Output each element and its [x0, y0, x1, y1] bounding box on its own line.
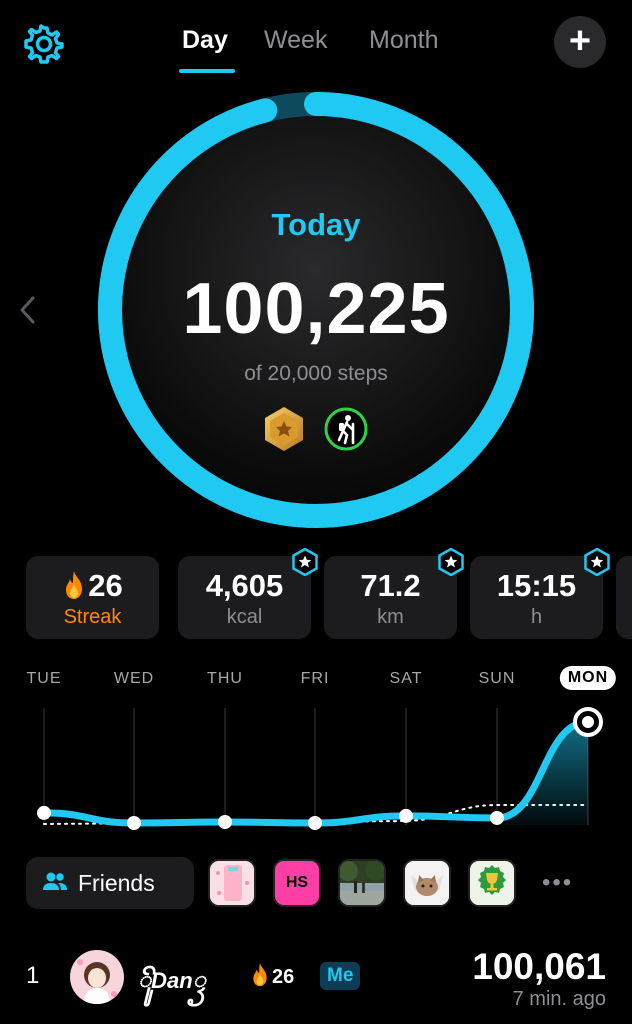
distance-label: km	[377, 606, 404, 628]
next-card-peek[interactable]	[616, 556, 632, 639]
period-tabs: Day Week Month	[0, 22, 632, 73]
plus-icon: +	[568, 19, 592, 62]
user-updated-time: 7 min. ago	[512, 988, 606, 1010]
user-avatar-image	[70, 950, 124, 1004]
streak-label: Streak	[63, 606, 122, 628]
data-point[interactable]	[127, 816, 141, 830]
streak-value: 26	[88, 568, 123, 603]
add-button[interactable]: +	[554, 16, 606, 68]
me-badge: Me	[320, 962, 361, 990]
tab-day[interactable]: Day	[182, 26, 228, 55]
favorite-friend-avatar[interactable]	[208, 859, 256, 907]
duration-label: h	[530, 606, 543, 628]
medal-badge-icon[interactable]	[262, 405, 306, 453]
avatar[interactable]	[70, 950, 124, 1004]
leaderboard-row[interactable]: 1 ꦼꦸDanꦽ 26 Me 100,061 7 min. ago	[0, 940, 632, 1010]
favorite-friend-hs[interactable]: HS	[273, 859, 321, 907]
tab-week[interactable]: Week	[264, 26, 327, 55]
stats-row: 26 Streak 4,605 kcal 71.2 km 15:15 h	[0, 548, 632, 640]
friends-button[interactable]: Friends	[26, 857, 194, 909]
tab-month[interactable]: Month	[369, 26, 438, 55]
rank-number: 1	[26, 962, 40, 989]
pink-pattern-icon	[210, 861, 254, 905]
data-point[interactable]	[308, 816, 322, 830]
favorite-friend-avatar[interactable]	[403, 859, 451, 907]
streak-card[interactable]: 26 Streak	[26, 556, 159, 639]
star-badge-icon	[292, 548, 318, 576]
favorite-friend-avatar[interactable]	[338, 859, 386, 907]
flame-icon	[66, 571, 83, 599]
data-point[interactable]	[37, 805, 51, 820]
step-goal: of 20,000 steps	[244, 362, 388, 385]
outdoor-photo-icon	[340, 861, 384, 905]
friends-label: Friends	[78, 870, 155, 896]
distance-card[interactable]: 71.2 km	[324, 548, 464, 639]
data-point[interactable]	[490, 810, 504, 825]
star-badge-icon	[438, 548, 464, 576]
ring-title: Today	[271, 207, 361, 242]
active-tab-indicator	[179, 69, 235, 73]
calories-label: kcal	[226, 606, 263, 628]
star-badge-icon	[584, 548, 610, 576]
steps-series-line	[40, 718, 592, 827]
friends-icon	[43, 872, 67, 890]
flame-icon	[253, 962, 267, 987]
user-streak: 26	[250, 962, 294, 989]
cat-photo-icon	[405, 861, 449, 905]
trophy-icon	[470, 861, 514, 905]
user-steps: 100,061	[472, 946, 606, 987]
user-streak-value: 26	[272, 966, 295, 988]
friends-row: Friends HS •••	[0, 857, 632, 909]
step-count: 100,225	[182, 269, 450, 349]
data-point[interactable]	[399, 808, 413, 823]
duration-card[interactable]: 15:15 h	[470, 548, 610, 639]
selected-data-point-center	[582, 716, 594, 728]
user-name: ꦼꦸDanꦽ	[138, 968, 206, 993]
data-point[interactable]	[218, 814, 232, 829]
favorite-friend-avatar[interactable]	[468, 859, 516, 907]
more-friends-button[interactable]: •••	[542, 869, 573, 897]
streak-value-line: 26	[26, 568, 159, 604]
hiker-badge-icon[interactable]	[323, 406, 369, 452]
friend-initials: HS	[285, 874, 309, 891]
calories-card[interactable]: 4,605 kcal	[178, 548, 318, 639]
weekly-steps-chart	[37, 707, 603, 830]
